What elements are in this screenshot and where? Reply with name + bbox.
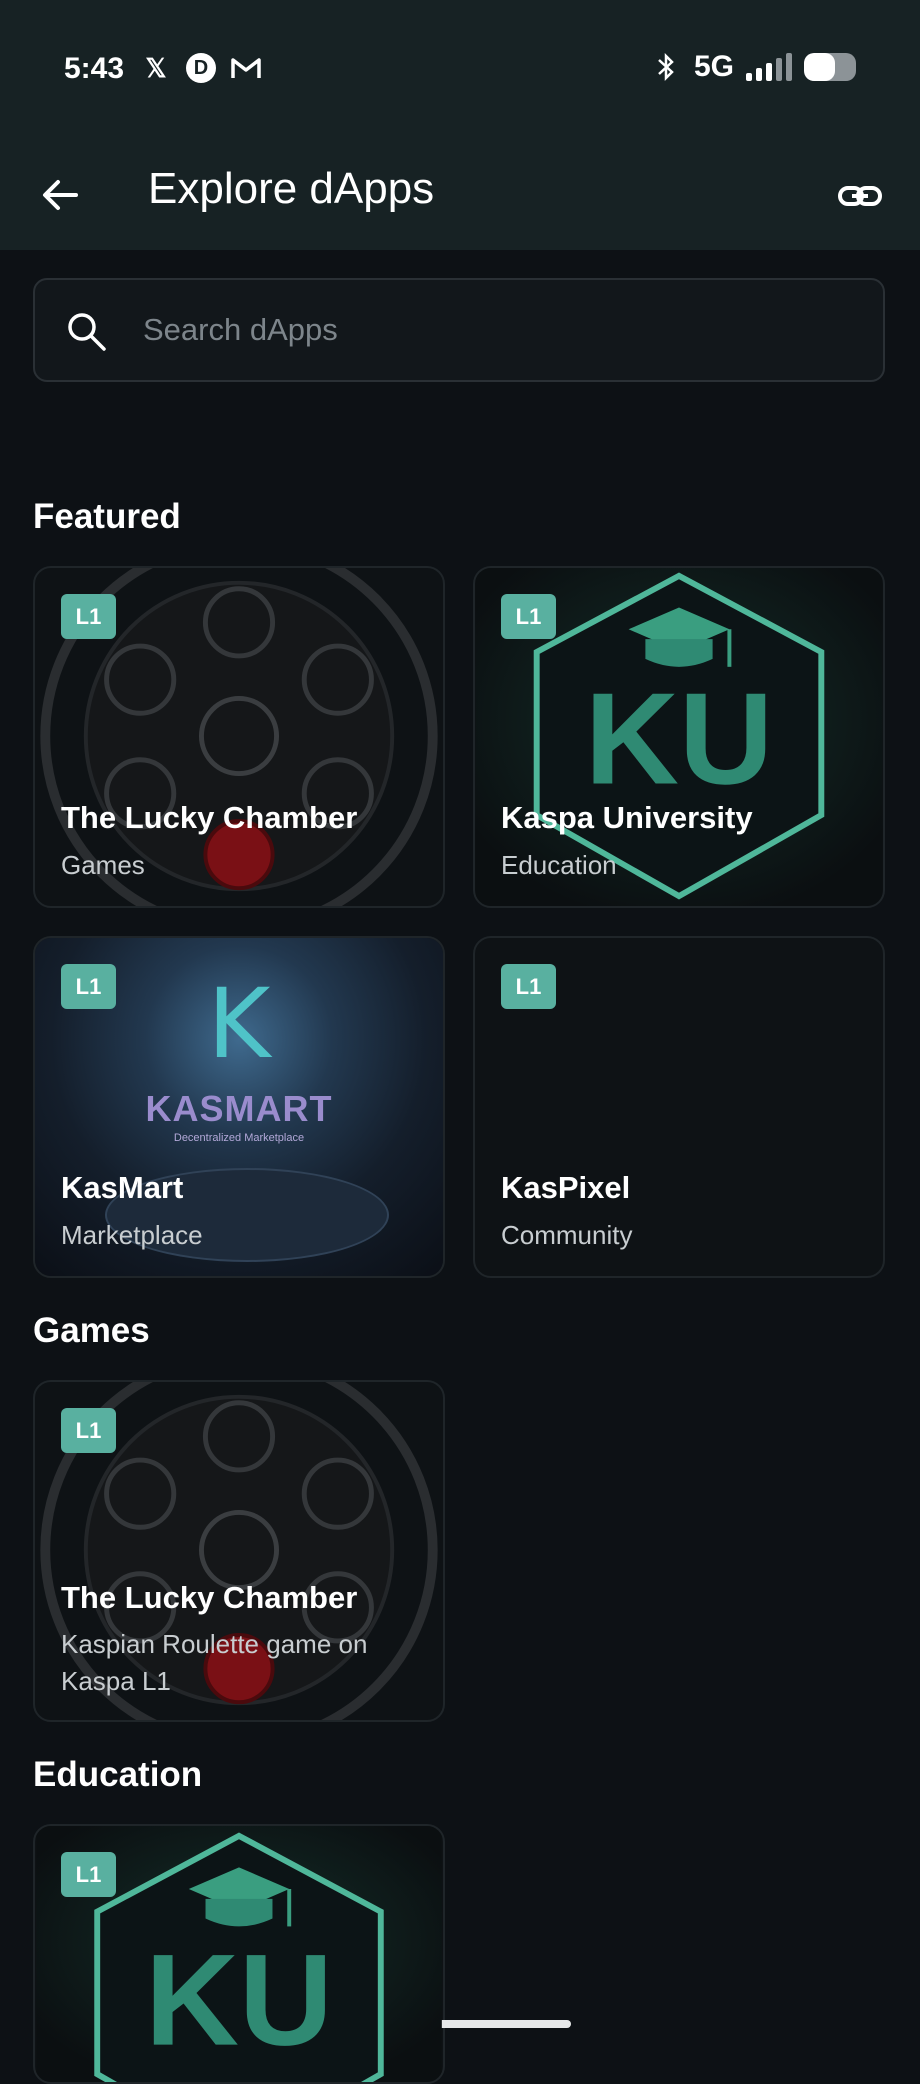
card-title: Kaspa University bbox=[501, 800, 753, 835]
kasmart-brand-text: KASMART bbox=[145, 1088, 333, 1129]
app-top-bar: 5:43 𝕏 D 5G Explore dApps bbox=[0, 0, 920, 250]
network-type: 5G bbox=[693, 50, 734, 83]
l1-badge: L1 bbox=[61, 1852, 116, 1897]
dapp-card-lucky-chamber[interactable]: L1 The Lucky Chamber Games bbox=[33, 566, 445, 908]
ku-logo-text: KU bbox=[585, 665, 773, 811]
ku-logo-text: KU bbox=[145, 1927, 333, 2073]
link-icon[interactable] bbox=[836, 172, 884, 220]
l1-badge: L1 bbox=[501, 594, 556, 639]
card-title: The Lucky Chamber bbox=[61, 800, 358, 835]
status-bar: 5:43 𝕏 D 5G bbox=[0, 0, 920, 140]
signal-icon bbox=[746, 53, 792, 81]
card-title: KasPixel bbox=[501, 1170, 631, 1205]
dapp-card-kasmart[interactable]: K KASMART Decentralized Marketplace L1 K… bbox=[33, 936, 445, 1278]
l1-badge: L1 bbox=[61, 1408, 116, 1453]
card-category: Marketplace bbox=[61, 1220, 203, 1250]
search-bar[interactable]: Search dApps bbox=[33, 278, 885, 382]
section-featured: Featured bbox=[33, 497, 181, 536]
page-header: Explore dApps bbox=[0, 150, 920, 240]
dapp-card-kaspa-university-education[interactable]: KU L1 bbox=[33, 1824, 445, 2084]
notification-icons: 𝕏 D bbox=[140, 52, 262, 84]
x-icon: 𝕏 bbox=[145, 52, 167, 83]
arrow-left-icon[interactable] bbox=[36, 170, 86, 220]
status-time: 5:43 bbox=[64, 52, 125, 85]
dapp-card-lucky-chamber-games[interactable]: L1 The Lucky Chamber Kaspian Roulette ga… bbox=[33, 1380, 445, 1722]
battery-icon bbox=[804, 53, 856, 81]
section-education: Education bbox=[33, 1755, 203, 1794]
section-games: Games bbox=[33, 1311, 150, 1350]
gmail-icon bbox=[230, 52, 262, 84]
card-category: Games bbox=[61, 850, 145, 880]
l1-badge: L1 bbox=[501, 964, 556, 1009]
l1-badge: L1 bbox=[61, 964, 116, 1009]
search-input[interactable]: Search dApps bbox=[143, 312, 338, 348]
bluetooth-icon bbox=[650, 51, 682, 83]
dapp-card-kaspa-university[interactable]: KU L1 Kaspa University Education bbox=[473, 566, 885, 908]
card-title: KasMart bbox=[61, 1170, 184, 1205]
kasmart-tagline: Decentralized Marketplace bbox=[173, 1132, 305, 1144]
page-title: Explore dApps bbox=[148, 164, 435, 213]
search-icon bbox=[68, 313, 106, 351]
d-icon: D bbox=[186, 53, 216, 83]
l1-badge: L1 bbox=[61, 594, 116, 639]
card-category: Community bbox=[501, 1220, 633, 1250]
card-category: Education bbox=[501, 850, 617, 880]
dapp-card-kaspixel[interactable]: L1 KasPixel Community bbox=[473, 936, 885, 1278]
system-status-icons: 5G bbox=[650, 50, 856, 84]
card-description: Kaspian Roulette game on Kaspa L1 bbox=[61, 1629, 368, 1696]
card-title: The Lucky Chamber bbox=[61, 1580, 358, 1615]
